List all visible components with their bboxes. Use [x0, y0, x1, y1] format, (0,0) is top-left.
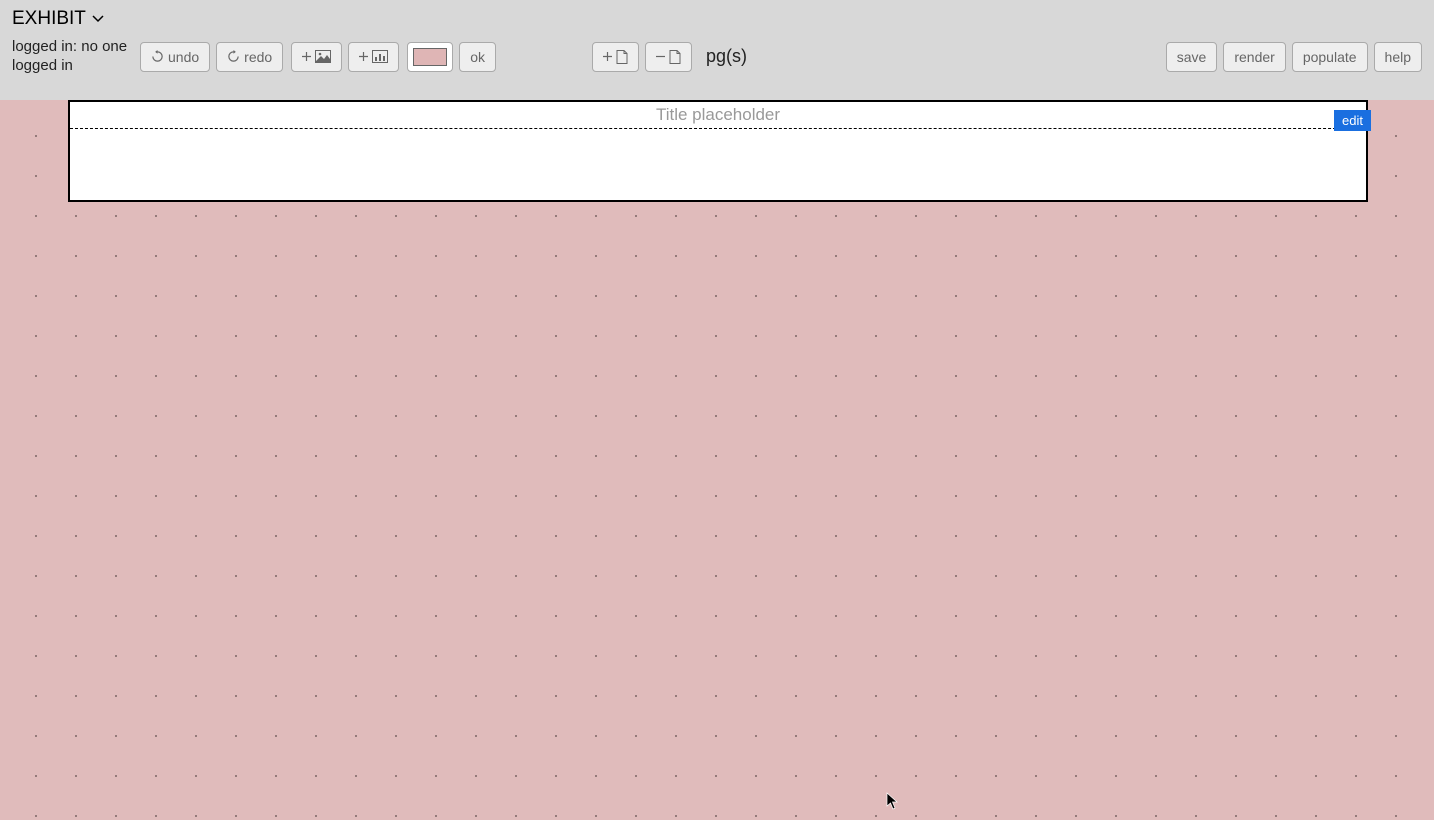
toolbar: logged in: no one logged in undo redo	[0, 30, 1434, 76]
header: EXHIBIT logged in: no one logged in undo…	[0, 0, 1434, 100]
ok-label: ok	[470, 49, 485, 65]
render-label: render	[1234, 49, 1274, 65]
login-status: logged in: no one logged in	[12, 38, 132, 76]
caret-down-icon	[92, 15, 104, 23]
populate-button[interactable]: populate	[1292, 42, 1368, 72]
plus-icon	[603, 52, 612, 61]
edit-label: edit	[1342, 113, 1363, 128]
undo-icon	[151, 50, 164, 63]
minus-icon	[656, 52, 665, 61]
app-title-dropdown[interactable]: EXHIBIT	[0, 0, 1434, 30]
plus-icon	[359, 52, 368, 61]
swatch-preview	[413, 48, 447, 66]
widget-title-input[interactable]	[70, 102, 1366, 129]
add-page-button[interactable]	[592, 42, 639, 72]
chart-icon	[372, 50, 388, 63]
insert-group	[291, 42, 399, 72]
remove-page-button[interactable]	[645, 42, 692, 72]
page-icon	[669, 50, 681, 64]
edit-button[interactable]: edit	[1334, 110, 1371, 131]
plus-icon	[302, 52, 311, 61]
color-swatch[interactable]	[407, 42, 453, 72]
cursor-icon	[886, 792, 900, 810]
app-title: EXHIBIT	[12, 8, 86, 30]
add-image-button[interactable]	[291, 42, 342, 72]
redo-button[interactable]: redo	[216, 42, 283, 72]
pages-group: pg(s)	[592, 42, 747, 72]
page-icon	[616, 50, 628, 64]
undo-label: undo	[168, 49, 199, 65]
history-group: undo redo	[140, 42, 283, 72]
add-chart-button[interactable]	[348, 42, 399, 72]
save-button[interactable]: save	[1166, 42, 1218, 72]
image-icon	[315, 50, 331, 63]
render-button[interactable]: render	[1223, 42, 1285, 72]
canvas[interactable]: edit	[0, 100, 1434, 820]
populate-label: populate	[1303, 49, 1357, 65]
pages-label: pg(s)	[706, 46, 747, 67]
undo-button[interactable]: undo	[140, 42, 210, 72]
color-group: ok	[407, 42, 496, 72]
color-ok-button[interactable]: ok	[459, 42, 496, 72]
label-widget[interactable]: edit	[68, 100, 1368, 202]
redo-icon	[227, 50, 240, 63]
redo-label: redo	[244, 49, 272, 65]
save-label: save	[1177, 49, 1207, 65]
actions-group: save render populate help	[1166, 42, 1422, 72]
help-button[interactable]: help	[1374, 42, 1422, 72]
help-label: help	[1385, 49, 1411, 65]
